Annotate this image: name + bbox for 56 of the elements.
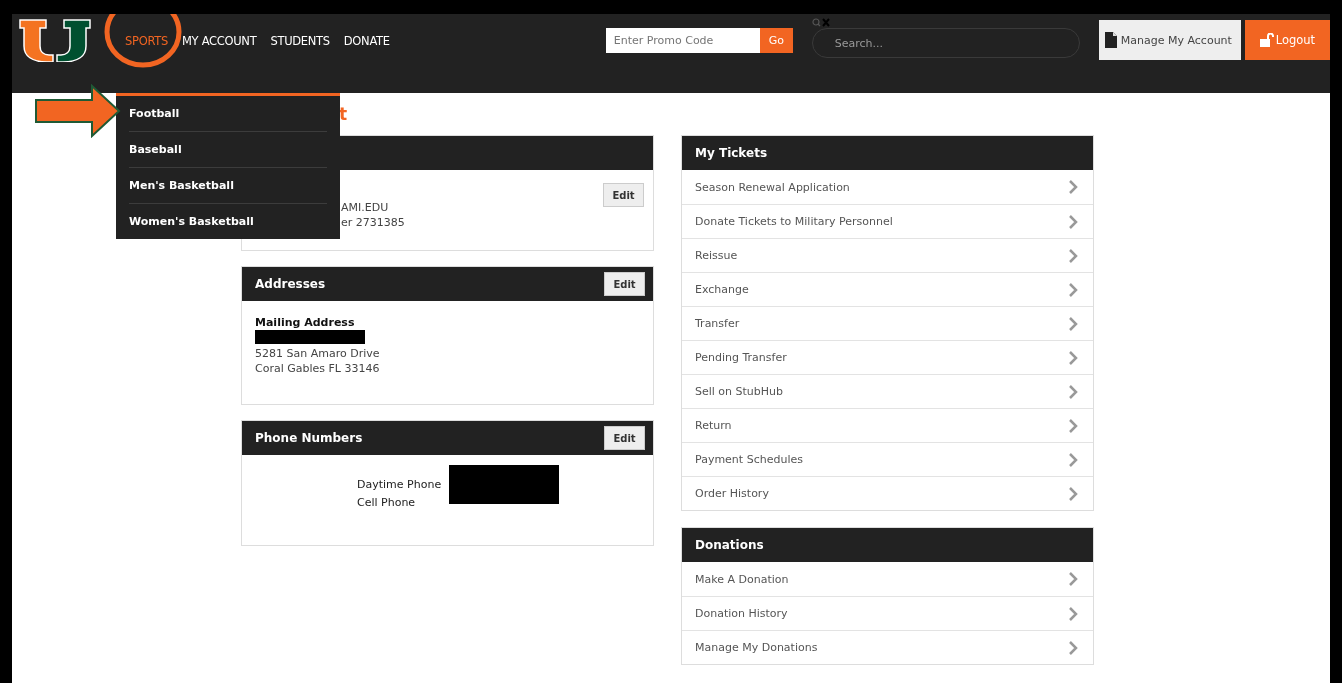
menu-item[interactable]: Baseball [129, 132, 327, 168]
phone-label: Daytime Phone [357, 477, 442, 493]
address-label: Mailing Address [255, 315, 356, 330]
document-icon [1104, 32, 1117, 48]
ticket-option-link[interactable]: Exchange [682, 272, 1093, 306]
card-title: Phone Numbers [255, 431, 363, 445]
card-title: Addresses [255, 277, 326, 291]
unlock-icon [1259, 33, 1274, 47]
promo-code-field[interactable]: Enter Promo Code [605, 28, 760, 53]
chevron-right-icon [1068, 282, 1078, 297]
address-line: Coral Gables FL 33146 [255, 361, 381, 376]
nav-link[interactable]: DONATE [343, 34, 390, 48]
card-title: Donations [695, 538, 764, 552]
chevron-right-icon [1068, 180, 1078, 194]
donation-option-link[interactable]: Donation History [682, 596, 1093, 630]
ticket-option-link[interactable]: Season Renewal Application [682, 170, 1093, 204]
menu-item[interactable]: Women's Basketball [129, 204, 327, 239]
nav-link[interactable]: SPORTS [125, 34, 168, 48]
card-title: My Tickets [695, 146, 768, 160]
donation-option-link[interactable]: Manage My Donations [682, 630, 1093, 664]
logo-icon[interactable] [18, 18, 92, 62]
ticket-option-link[interactable]: Payment Schedules [682, 442, 1093, 476]
phone-label: Cell Phone [357, 495, 417, 511]
chevron-right-icon [1068, 606, 1078, 621]
chevron-right-icon [1068, 248, 1078, 263]
ticket-option-link[interactable]: Pending Transfer [682, 340, 1093, 374]
chevron-right-icon [1068, 214, 1078, 229]
chevron-right-icon [1068, 316, 1078, 331]
ticket-option-link[interactable]: Donate Tickets to Military Personnel [682, 204, 1093, 238]
ticket-option-link[interactable]: Order History [682, 476, 1093, 510]
ticket-option-link[interactable]: Reissue [682, 238, 1093, 272]
chevron-right-icon [1068, 640, 1078, 655]
contact-text: er 2731385 [341, 215, 405, 230]
page-title: t [339, 104, 348, 124]
donation-option-link[interactable]: Make A Donation [682, 562, 1093, 596]
search-icon[interactable] [811, 18, 830, 28]
manage-account-button[interactable]: Manage My Account [1098, 20, 1241, 60]
ticket-option-link[interactable]: Transfer [682, 306, 1093, 340]
edit-button[interactable]: Edit [604, 426, 645, 450]
menu-item[interactable]: Men's Basketball [129, 168, 327, 204]
contact-text: AMI.EDU [341, 200, 390, 215]
chevron-right-icon [1068, 486, 1078, 501]
chevron-right-icon [1068, 418, 1078, 433]
nav-link[interactable]: MY ACCOUNT [181, 34, 257, 48]
chevron-right-icon [1068, 350, 1078, 365]
ticket-option-link[interactable]: Return [682, 408, 1093, 442]
address-line: 5281 San Amaro Drive [255, 346, 381, 361]
menu-item[interactable]: Football [129, 96, 327, 132]
ticket-option-link[interactable]: Sell on StubHub [682, 374, 1093, 408]
edit-button[interactable]: Edit [603, 183, 644, 207]
chevron-right-icon [1068, 572, 1078, 586]
nav-link[interactable]: STUDENTS [270, 34, 330, 48]
chevron-right-icon [1068, 384, 1078, 399]
search-field[interactable]: Search... [811, 28, 1080, 58]
edit-button[interactable]: Edit [604, 272, 645, 296]
chevron-right-icon [1068, 452, 1078, 467]
